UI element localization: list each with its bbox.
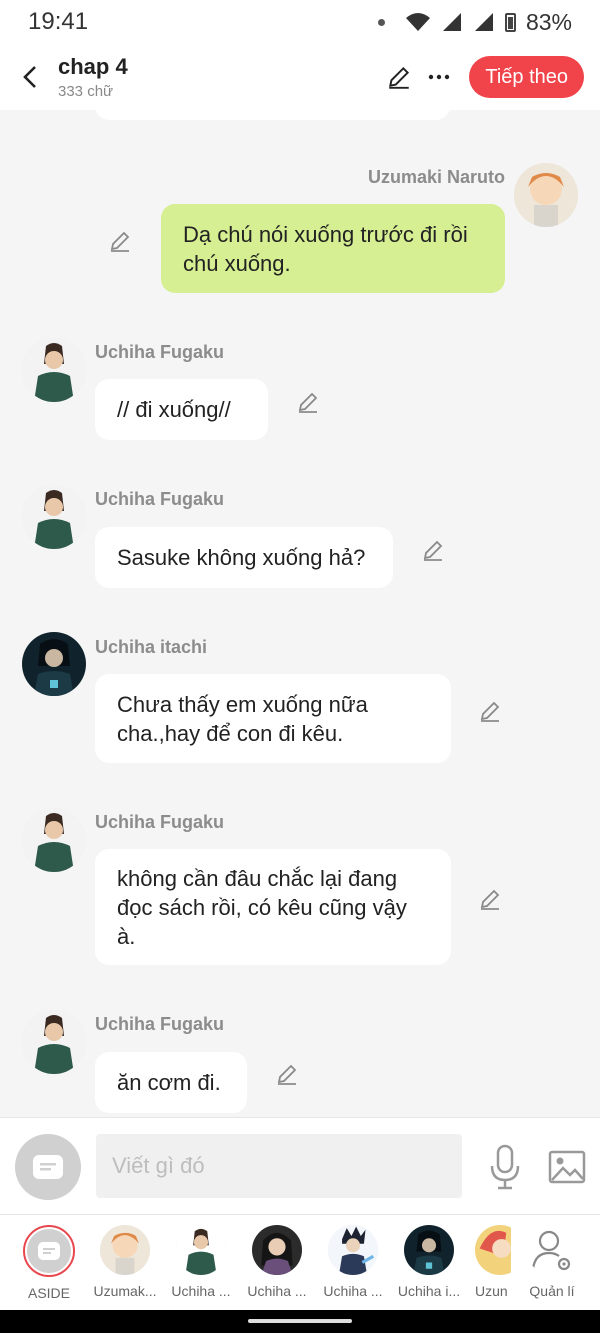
sender-name: Uchiha Fugaku xyxy=(95,489,225,509)
message-bubble[interactable]: ăn cơm đi. xyxy=(95,1052,247,1113)
character-label: ASIDE xyxy=(27,1285,70,1301)
message-square-icon xyxy=(38,1242,60,1260)
sender-name: Uchiha Fugaku xyxy=(95,342,225,362)
more-button[interactable] xyxy=(419,57,459,97)
manage-characters-button[interactable]: Quản lí xyxy=(514,1225,590,1299)
sender-name: Uchiha Fugaku xyxy=(95,812,225,832)
sender-name: Uzumaki Naruto xyxy=(367,167,505,187)
character-uchiha-2[interactable]: Uchiha ... xyxy=(239,1225,315,1299)
uzumaki-avatar xyxy=(475,1225,511,1275)
character-naruto[interactable]: Uzumak... xyxy=(87,1225,163,1299)
character-label: Quản lí xyxy=(529,1283,575,1299)
message-bubble[interactable]: Dạ chú nói xuống trước đi rồi chú xuống. xyxy=(161,204,505,293)
fugaku-avatar xyxy=(22,1010,86,1074)
itachi-avatar xyxy=(404,1225,454,1275)
next-chapter-button[interactable]: Tiếp theo xyxy=(469,56,584,98)
edit-message-icon[interactable] xyxy=(478,887,502,911)
edit-message-icon[interactable] xyxy=(108,229,132,253)
character-itachi[interactable]: Uchiha i... xyxy=(391,1225,467,1299)
character-uzumaki-2[interactable]: Uzun xyxy=(467,1225,511,1299)
status-time: 19:41 xyxy=(28,8,89,35)
aside-toggle-button[interactable] xyxy=(15,1134,81,1200)
character-fugaku[interactable]: Uchiha ... xyxy=(163,1225,239,1299)
character-bar: ASIDE Uzumak... Uchiha ... Uchiha ... Uc… xyxy=(0,1214,600,1310)
signal-icon xyxy=(442,13,461,31)
character-aside[interactable]: ASIDE xyxy=(11,1225,87,1301)
battery-icon xyxy=(504,12,516,32)
character-label: Uchiha ... xyxy=(323,1283,383,1299)
edit-message-icon[interactable] xyxy=(478,699,502,723)
uchiha-woman-avatar xyxy=(252,1225,302,1275)
battery-level: 83% xyxy=(525,8,572,35)
message-bubble[interactable]: // đi xuống// xyxy=(95,379,268,440)
sender-name: Uchiha itachi xyxy=(95,637,208,657)
message-composer xyxy=(0,1117,600,1214)
fugaku-avatar xyxy=(22,338,86,402)
microphone-icon[interactable] xyxy=(486,1144,524,1190)
pencil-icon xyxy=(389,66,410,89)
message-bubble[interactable]: không cần đâu chắc lại đang đọc sách rồi… xyxy=(95,849,451,965)
back-button[interactable] xyxy=(8,55,52,99)
fugaku-avatar xyxy=(176,1225,226,1275)
message-input[interactable] xyxy=(96,1134,462,1198)
character-label: Uchiha ... xyxy=(247,1283,307,1299)
edit-message-icon[interactable] xyxy=(275,1062,299,1086)
message-bubble[interactable]: Chưa thấy em xuống nữa cha.,hay để con đ… xyxy=(95,674,451,763)
character-label: Uzun xyxy=(475,1283,508,1299)
character-label: Uchiha ... xyxy=(171,1283,231,1299)
chevron-left-icon xyxy=(23,66,36,88)
fugaku-avatar xyxy=(22,485,86,549)
message-bubble[interactable]: Sasuke không xuống hả? xyxy=(95,527,393,588)
app-header: chap 4 333 chữ Tiếp theo xyxy=(0,44,600,110)
message-square-icon xyxy=(33,1155,63,1179)
edit-button[interactable] xyxy=(379,57,419,97)
status-bar: 19:41 83% xyxy=(0,0,600,44)
notification-dot-icon xyxy=(377,18,385,26)
edit-message-icon[interactable] xyxy=(296,390,320,414)
chat-area[interactable]: Uzumaki Naruto Dạ chú nói xuống trước đi… xyxy=(0,110,600,1117)
system-nav-bar xyxy=(0,1310,600,1333)
page-title: chap 4 xyxy=(58,54,128,79)
user-settings-icon xyxy=(527,1225,577,1275)
edit-message-icon[interactable] xyxy=(421,538,445,562)
naruto-avatar xyxy=(514,163,578,227)
character-label: Uzumak... xyxy=(93,1283,157,1299)
character-label: Uchiha i... xyxy=(397,1283,461,1299)
partial-message-bubble xyxy=(95,110,450,120)
itachi-avatar xyxy=(22,632,86,696)
naruto-avatar xyxy=(100,1225,150,1275)
image-icon[interactable] xyxy=(548,1148,586,1186)
sasuke-avatar xyxy=(328,1225,378,1275)
home-indicator[interactable] xyxy=(248,1319,352,1323)
sender-name: Uchiha Fugaku xyxy=(95,1014,225,1034)
word-count: 333 chữ xyxy=(58,83,114,100)
wifi-icon xyxy=(405,13,430,31)
fugaku-avatar xyxy=(22,808,86,872)
signal-icon-2 xyxy=(474,13,493,31)
character-uchiha-3[interactable]: Uchiha ... xyxy=(315,1225,391,1299)
more-dots-icon xyxy=(429,74,450,80)
